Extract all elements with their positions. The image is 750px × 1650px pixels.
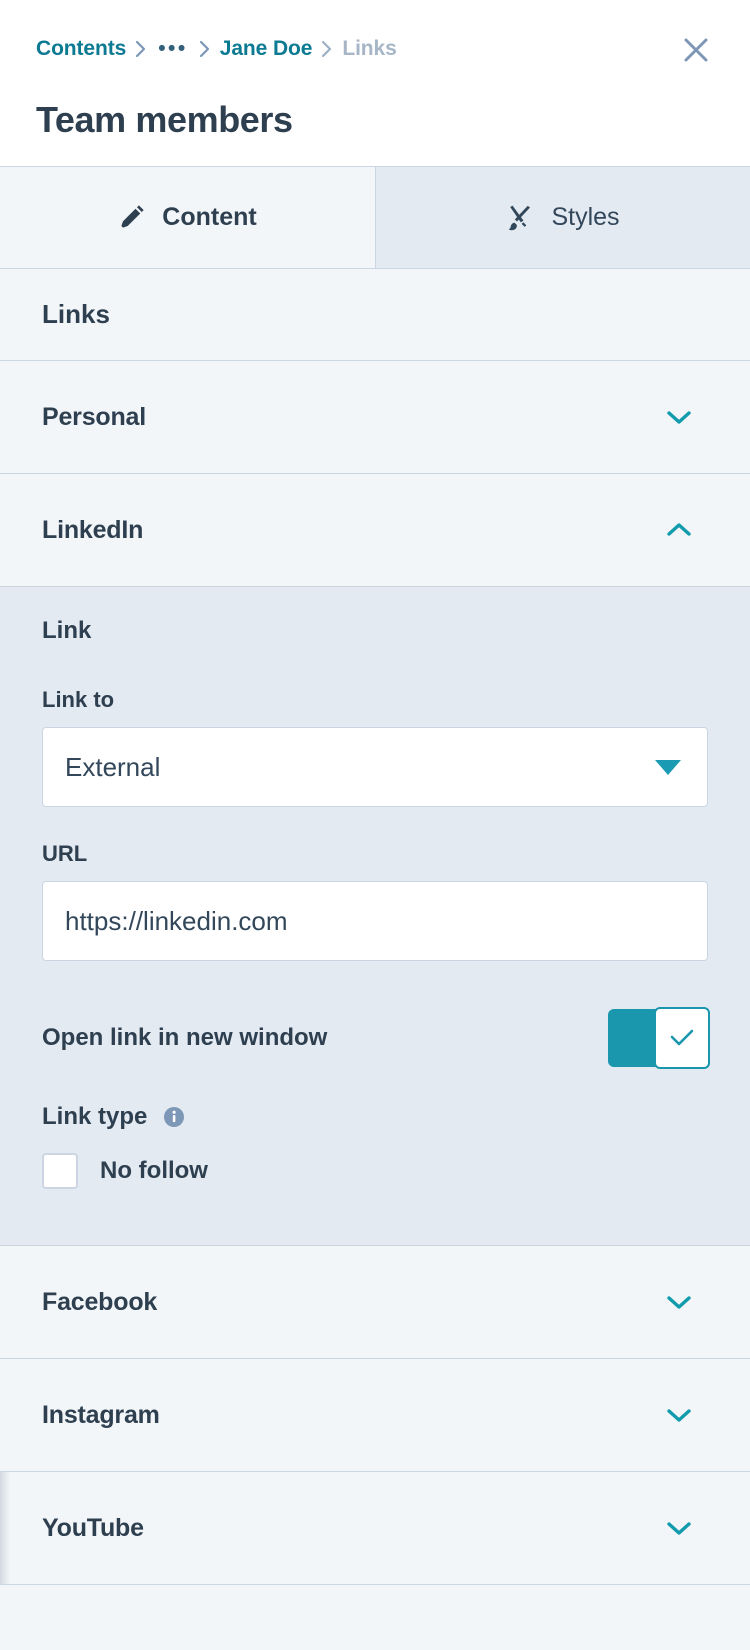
accordion-header-instagram[interactable]: Instagram xyxy=(0,1359,750,1471)
open-new-window-row: Open link in new window xyxy=(42,1007,710,1069)
chevron-down-icon xyxy=(655,759,681,775)
open-new-window-toggle[interactable] xyxy=(608,1007,710,1069)
tab-content-label: Content xyxy=(162,203,257,231)
form-group-title: Link xyxy=(42,617,92,644)
close-button[interactable] xyxy=(674,30,718,74)
link-type-row: Link type xyxy=(42,1103,708,1131)
accordion-label-youtube: YouTube xyxy=(42,1513,144,1542)
breadcrumb-separator-icon xyxy=(126,37,156,61)
paintbrush-icon xyxy=(506,204,534,232)
breadcrumb-item-ellipsis[interactable]: ••• xyxy=(156,37,190,61)
accordion-label-linkedin: LinkedIn xyxy=(42,515,144,544)
breadcrumb-separator-icon xyxy=(190,37,220,61)
chevron-down-icon[interactable] xyxy=(664,1518,708,1538)
breadcrumb-item-links: Links xyxy=(342,37,397,60)
tab-styles[interactable]: Styles xyxy=(375,167,750,268)
chevron-down-icon[interactable] xyxy=(664,407,708,427)
no-follow-label: No follow xyxy=(100,1157,208,1184)
accordion-header-facebook[interactable]: Facebook xyxy=(0,1246,750,1358)
accordion-label-facebook: Facebook xyxy=(42,1287,158,1316)
accordion-youtube: YouTube xyxy=(0,1472,750,1585)
chevron-up-icon[interactable] xyxy=(664,520,708,540)
accordion-label-personal: Personal xyxy=(42,402,147,431)
no-follow-row: No follow xyxy=(42,1153,708,1189)
accordion-header-personal[interactable]: Personal xyxy=(0,361,750,473)
accordion-personal: Personal xyxy=(0,361,750,474)
accordion-label-instagram: Instagram xyxy=(42,1400,160,1429)
toggle-knob xyxy=(654,1007,710,1069)
close-icon xyxy=(681,35,711,70)
links-editor-panel: Contents ••• Jane Doe Links Team members xyxy=(0,0,750,1650)
link-to-label: Link to xyxy=(42,687,115,712)
page-title: Team members xyxy=(36,99,293,140)
info-icon[interactable] xyxy=(161,1104,187,1130)
chevron-down-icon[interactable] xyxy=(664,1292,708,1312)
url-value: https://linkedin.com xyxy=(65,905,288,936)
breadcrumb-item-contents[interactable]: Contents xyxy=(36,37,126,61)
breadcrumb: Contents ••• Jane Doe Links xyxy=(36,0,714,98)
url-input[interactable]: https://linkedin.com xyxy=(42,881,708,961)
accordion-linkedin: LinkedIn Link Link to External URL https… xyxy=(0,474,750,1246)
chevron-down-icon[interactable] xyxy=(664,1405,708,1425)
link-type-label: Link type xyxy=(42,1103,148,1130)
section-title-links: Links xyxy=(0,269,750,361)
no-follow-checkbox[interactable] xyxy=(42,1153,78,1189)
breadcrumb-item-jane-doe[interactable]: Jane Doe xyxy=(220,37,313,61)
url-label: URL xyxy=(42,841,88,866)
open-new-window-label: Open link in new window xyxy=(42,1024,328,1051)
link-to-select[interactable]: External xyxy=(42,727,708,807)
tab-styles-label: Styles xyxy=(551,203,620,231)
panel-header: Contents ••• Jane Doe Links Team members xyxy=(0,0,750,166)
pencil-icon xyxy=(118,204,145,231)
accordion-instagram: Instagram xyxy=(0,1359,750,1472)
accordion-facebook: Facebook xyxy=(0,1246,750,1359)
editor-tabs: Content Styles xyxy=(0,166,750,269)
link-to-value: External xyxy=(65,751,161,782)
accordion-header-linkedin[interactable]: LinkedIn xyxy=(0,474,750,586)
check-icon xyxy=(669,1028,695,1048)
accordion-header-youtube[interactable]: YouTube xyxy=(0,1472,750,1584)
tab-content[interactable]: Content xyxy=(0,167,375,268)
accordion-body-linkedin: Link Link to External URL https://linked… xyxy=(0,586,750,1245)
breadcrumb-separator-icon xyxy=(312,37,342,61)
